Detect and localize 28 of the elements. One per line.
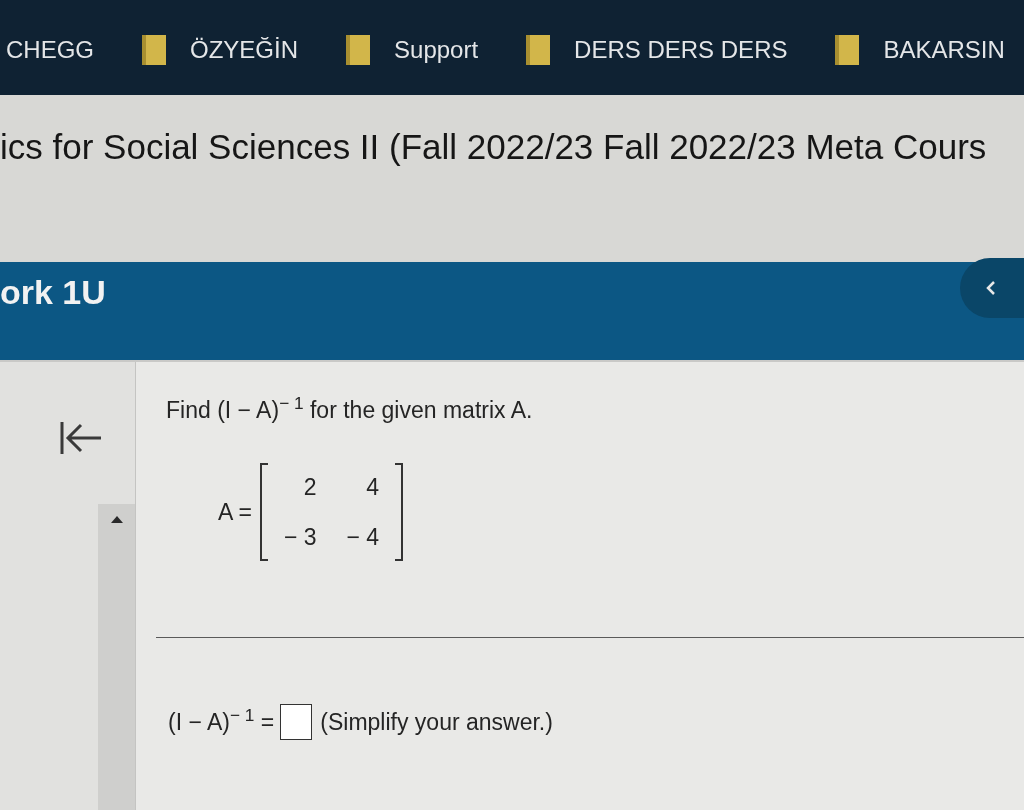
collapse-button[interactable] <box>960 258 1024 318</box>
course-title: ics for Social Sciences II (Fall 2022/23 Fall 2022/23 Meta Cours <box>0 126 987 168</box>
matrix-entry: − 4 <box>346 523 380 551</box>
bookmark-link[interactable]: DERS DERS DERS <box>526 34 788 65</box>
folder-icon <box>835 34 860 65</box>
chevron-left-icon <box>986 281 996 295</box>
assignment-title: ork 1U <box>0 272 106 312</box>
right-bracket-icon <box>395 463 404 561</box>
bookmark-link[interactable]: CHEGG <box>6 34 94 65</box>
folder-icon <box>346 34 371 65</box>
bookmark-link[interactable]: BAKARSIN <box>835 34 1005 65</box>
folder-icon <box>142 34 166 65</box>
first-question-button[interactable] <box>58 420 104 456</box>
first-page-icon <box>59 421 103 455</box>
scrollbar-track[interactable] <box>98 504 135 810</box>
bookmark-link[interactable]: Support <box>346 34 479 65</box>
matrix-entry: − 3 <box>283 523 317 551</box>
bookmark-link[interactable]: ÖZYEĞİN <box>142 34 299 65</box>
answer-label: (I − A)$^{− 1}$ = <box>168 704 275 737</box>
matrix-entry: 2 <box>302 473 317 501</box>
question-prompt: Find (I − A)$^{− 1}$ for the given matrix A. <box>166 395 533 425</box>
matrix-entry: 4 <box>365 473 380 501</box>
triangle-up-icon[interactable] <box>110 516 123 523</box>
instruction-text: (Simplify your answer.) <box>320 707 553 737</box>
left-bracket-icon <box>259 463 268 561</box>
answer-box[interactable] <box>280 704 313 740</box>
folder-icon <box>526 34 551 65</box>
matrix-label: A = <box>218 497 252 527</box>
